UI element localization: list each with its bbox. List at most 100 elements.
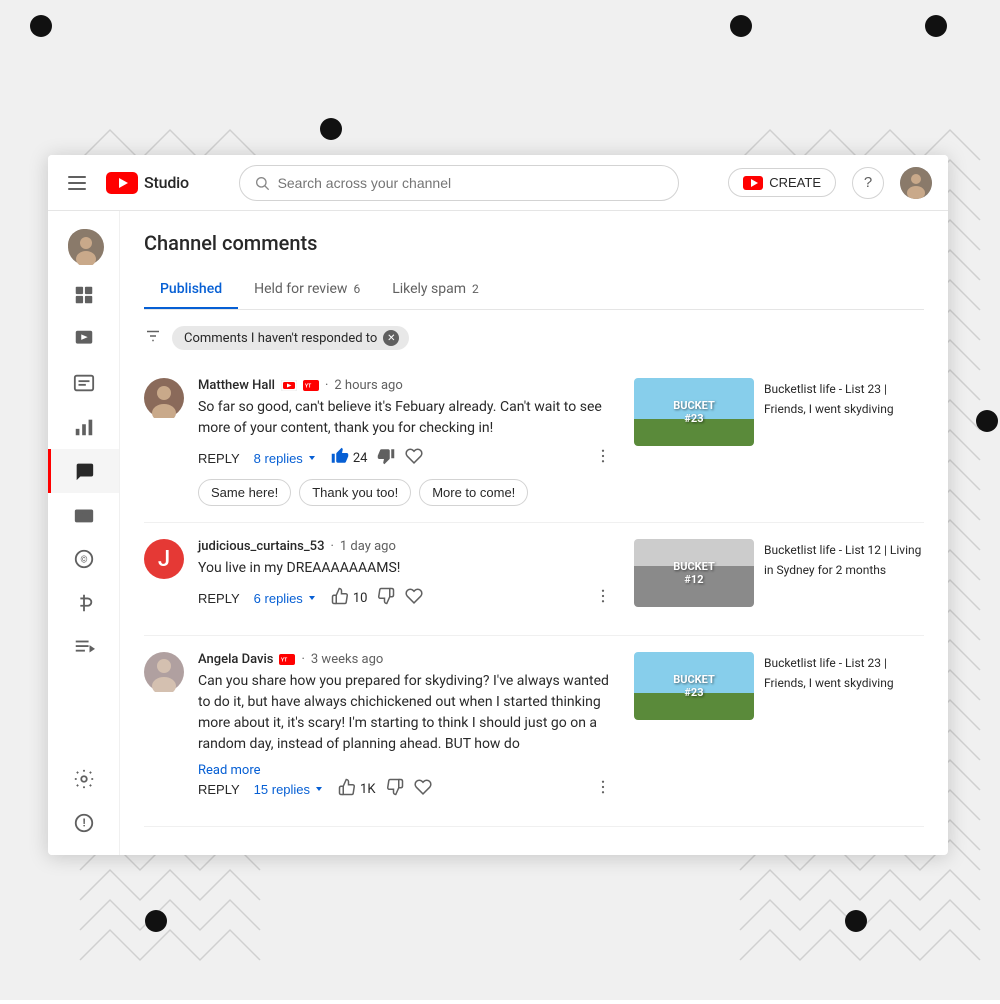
replies-button-angela[interactable]: 15 replies (254, 782, 324, 797)
heart-icon-a[interactable] (414, 778, 432, 800)
filter-bar: Comments I haven't responded to ✕ (144, 326, 924, 350)
filter-chip[interactable]: Comments I haven't responded to ✕ (172, 326, 409, 350)
decorative-dot-5 (976, 410, 998, 432)
comment-text-judicious: You live in my DREAAAAAAAMS! (198, 558, 612, 579)
create-button[interactable]: CREATE (728, 168, 836, 197)
quick-reply-thankyou[interactable]: Thank you too! (299, 479, 411, 506)
replies-count-matthew: 8 replies (254, 451, 303, 466)
sidebar-item-subtitles[interactable] (48, 361, 119, 405)
thumbs-up-icon-j[interactable] (331, 587, 349, 609)
heart-icon-j[interactable] (405, 587, 423, 609)
heart-icon[interactable] (405, 447, 423, 469)
thumbs-up-icon[interactable] (331, 447, 349, 469)
thumbs-up-icon-a[interactable] (338, 778, 356, 800)
content-icon (72, 327, 96, 351)
comment-header-matthew: Matthew Hall YT · 2 hours ago (198, 378, 612, 393)
more-options-icon[interactable] (594, 447, 612, 469)
svg-text:©: © (80, 556, 87, 566)
more-options-icon-j[interactable] (594, 587, 612, 609)
sidebar-item-settings[interactable] (48, 757, 119, 801)
logo-area[interactable]: Studio (106, 172, 189, 194)
decorative-dot-6 (145, 910, 167, 932)
quick-reply-same[interactable]: Same here! (198, 479, 291, 506)
sidebar-item-analytics[interactable] (48, 405, 119, 449)
replies-button-matthew[interactable]: 8 replies (254, 451, 317, 466)
thumbs-down-icon-j[interactable] (377, 587, 395, 609)
comment-right-angela: BUCKET#23 Bucketlist life - List 23 | Fr… (634, 652, 924, 720)
comment-actions-judicious: REPLY 6 replies 10 (198, 587, 612, 609)
comment-time-matthew: 2 hours ago (334, 378, 402, 393)
earn-icon (72, 591, 96, 615)
like-area-matthew: 24 (331, 447, 424, 469)
comment-author-angela: Angela Davis (198, 652, 273, 667)
comment-actions-angela: REPLY 15 replies 1K (198, 778, 612, 800)
replies-count-angela: 15 replies (254, 782, 310, 797)
thumbs-down-icon-a[interactable] (386, 778, 404, 800)
page-title: Channel comments (144, 231, 924, 255)
filter-icon[interactable] (144, 327, 162, 349)
hamburger-menu[interactable] (64, 172, 90, 194)
sidebar: © (48, 211, 120, 855)
quick-reply-more[interactable]: More to come! (419, 479, 528, 506)
sidebar-item-playlists[interactable] (48, 625, 119, 669)
tab-likely-spam[interactable]: Likely spam 2 (376, 271, 495, 309)
decorative-dot-2 (730, 15, 752, 37)
youtube-logo-icon (106, 172, 138, 194)
studio-label: Studio (144, 173, 189, 192)
tab-spam-badge: 2 (472, 282, 479, 296)
filter-chip-close[interactable]: ✕ (383, 330, 399, 346)
settings-icon (72, 767, 96, 791)
sidebar-item-copyright[interactable]: © (48, 537, 119, 581)
main-content: © (48, 211, 948, 855)
comment-time-judicious: 1 day ago (340, 539, 396, 554)
video-title-judicious: Bucketlist life - List 12 | Living in Sy… (764, 543, 921, 577)
member-badge-icon-angela: YT (279, 654, 295, 665)
reply-button-angela[interactable]: REPLY (198, 782, 240, 797)
video-thumbnail-angela[interactable]: BUCKET#23 (634, 652, 754, 720)
copyright-icon: © (72, 547, 96, 571)
video-title-angela: Bucketlist life - List 23 | Friends, I w… (764, 656, 894, 690)
sidebar-item-avatar[interactable] (48, 219, 119, 273)
comment-body-matthew: Matthew Hall YT · 2 hours ago So far so … (198, 378, 612, 506)
dashboard-icon (72, 283, 96, 307)
decorative-dot-7 (845, 910, 867, 932)
playlists-icon (72, 635, 96, 659)
help-button[interactable]: ? (852, 167, 884, 199)
reply-button-judicious[interactable]: REPLY (198, 591, 240, 606)
tab-spam-label: Likely spam (392, 281, 466, 297)
subtitles-icon (72, 371, 96, 395)
like-count-angela: 1K (360, 782, 375, 797)
search-input[interactable] (278, 175, 664, 191)
comment-avatar-matthew (144, 378, 184, 418)
comment-item-angela: Angela Davis YT · 3 weeks ago Can you sh… (144, 636, 924, 827)
sidebar-item-feedback[interactable]: ! (48, 801, 119, 845)
tab-published[interactable]: Published (144, 271, 238, 309)
more-options-icon-a[interactable] (594, 778, 612, 800)
sidebar-item-earn[interactable] (48, 581, 119, 625)
channel-avatar-icon (68, 229, 100, 261)
sidebar-item-dashboard[interactable] (48, 273, 119, 317)
create-button-label: CREATE (769, 175, 821, 190)
reply-button-matthew[interactable]: REPLY (198, 451, 240, 466)
sidebar-item-comments[interactable] (48, 449, 119, 493)
yt-badge-icon (281, 380, 297, 391)
like-count-judicious: 10 (353, 591, 368, 606)
comment-actions-matthew: REPLY 8 replies 24 (198, 447, 612, 469)
replies-button-judicious[interactable]: 6 replies (254, 591, 317, 606)
search-icon (254, 175, 270, 191)
user-avatar[interactable] (900, 167, 932, 199)
sidebar-item-content[interactable] (48, 317, 119, 361)
comment-body-angela: Angela Davis YT · 3 weeks ago Can you sh… (198, 652, 612, 810)
svg-text:!: ! (82, 817, 85, 830)
read-more-link[interactable]: Read more (198, 763, 612, 778)
comment-avatar-judicious: J (144, 539, 184, 579)
tab-held-for-review[interactable]: Held for review 6 (238, 271, 376, 309)
sidebar-item-monetization[interactable] (48, 493, 119, 537)
thumbs-down-icon[interactable] (377, 447, 395, 469)
video-thumbnail-matthew[interactable]: BUCKET#23 (634, 378, 754, 446)
video-thumbnail-judicious[interactable]: BUCKET#12 (634, 539, 754, 607)
tab-held-label: Held for review (254, 281, 347, 297)
comment-body-judicious: judicious_curtains_53 · 1 day ago You li… (198, 539, 612, 619)
comment-text-matthew: So far so good, can't believe it's Febua… (198, 397, 612, 439)
video-info-angela: Bucketlist life - List 23 | Friends, I w… (764, 652, 924, 692)
